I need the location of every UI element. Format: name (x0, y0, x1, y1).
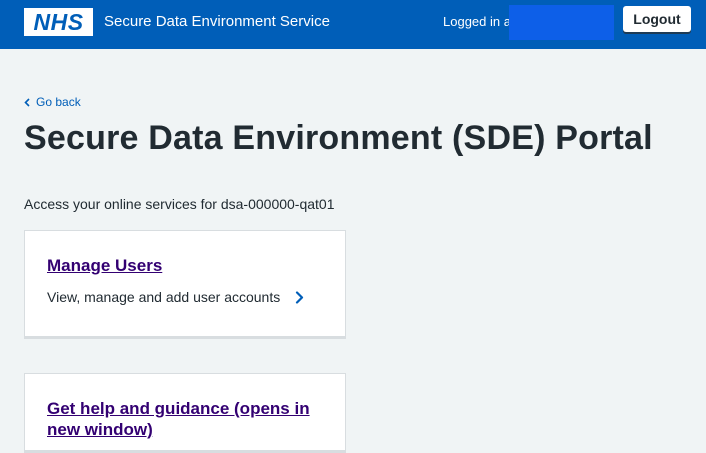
go-back-label: Go back (36, 95, 81, 109)
chevron-right-icon (295, 291, 304, 304)
nhs-logo[interactable]: NHS (24, 8, 93, 36)
intro-text: Access your online services for dsa-0000… (24, 196, 335, 212)
go-back-link[interactable]: Go back (24, 95, 81, 109)
manage-users-description: View, manage and add user accounts (47, 289, 281, 305)
chevron-left-icon (24, 97, 30, 107)
redacted-username (509, 5, 614, 40)
service-name[interactable]: Secure Data Environment Service (104, 13, 330, 30)
manage-users-card[interactable]: Manage Users View, manage and add user a… (24, 230, 346, 339)
site-header: NHS Secure Data Environment Service Logg… (0, 0, 706, 49)
page-title: Secure Data Environment (SDE) Portal (24, 119, 653, 157)
logout-button[interactable]: Logout (623, 6, 691, 32)
help-guidance-link[interactable]: Get help and guidance (opens in new wind… (47, 398, 347, 440)
manage-users-link[interactable]: Manage Users (47, 256, 162, 276)
help-guidance-card[interactable]: Get help and guidance (opens in new wind… (24, 373, 346, 453)
logo-text: NHS (33, 8, 84, 35)
logged-in-label: Logged in as (443, 14, 518, 29)
